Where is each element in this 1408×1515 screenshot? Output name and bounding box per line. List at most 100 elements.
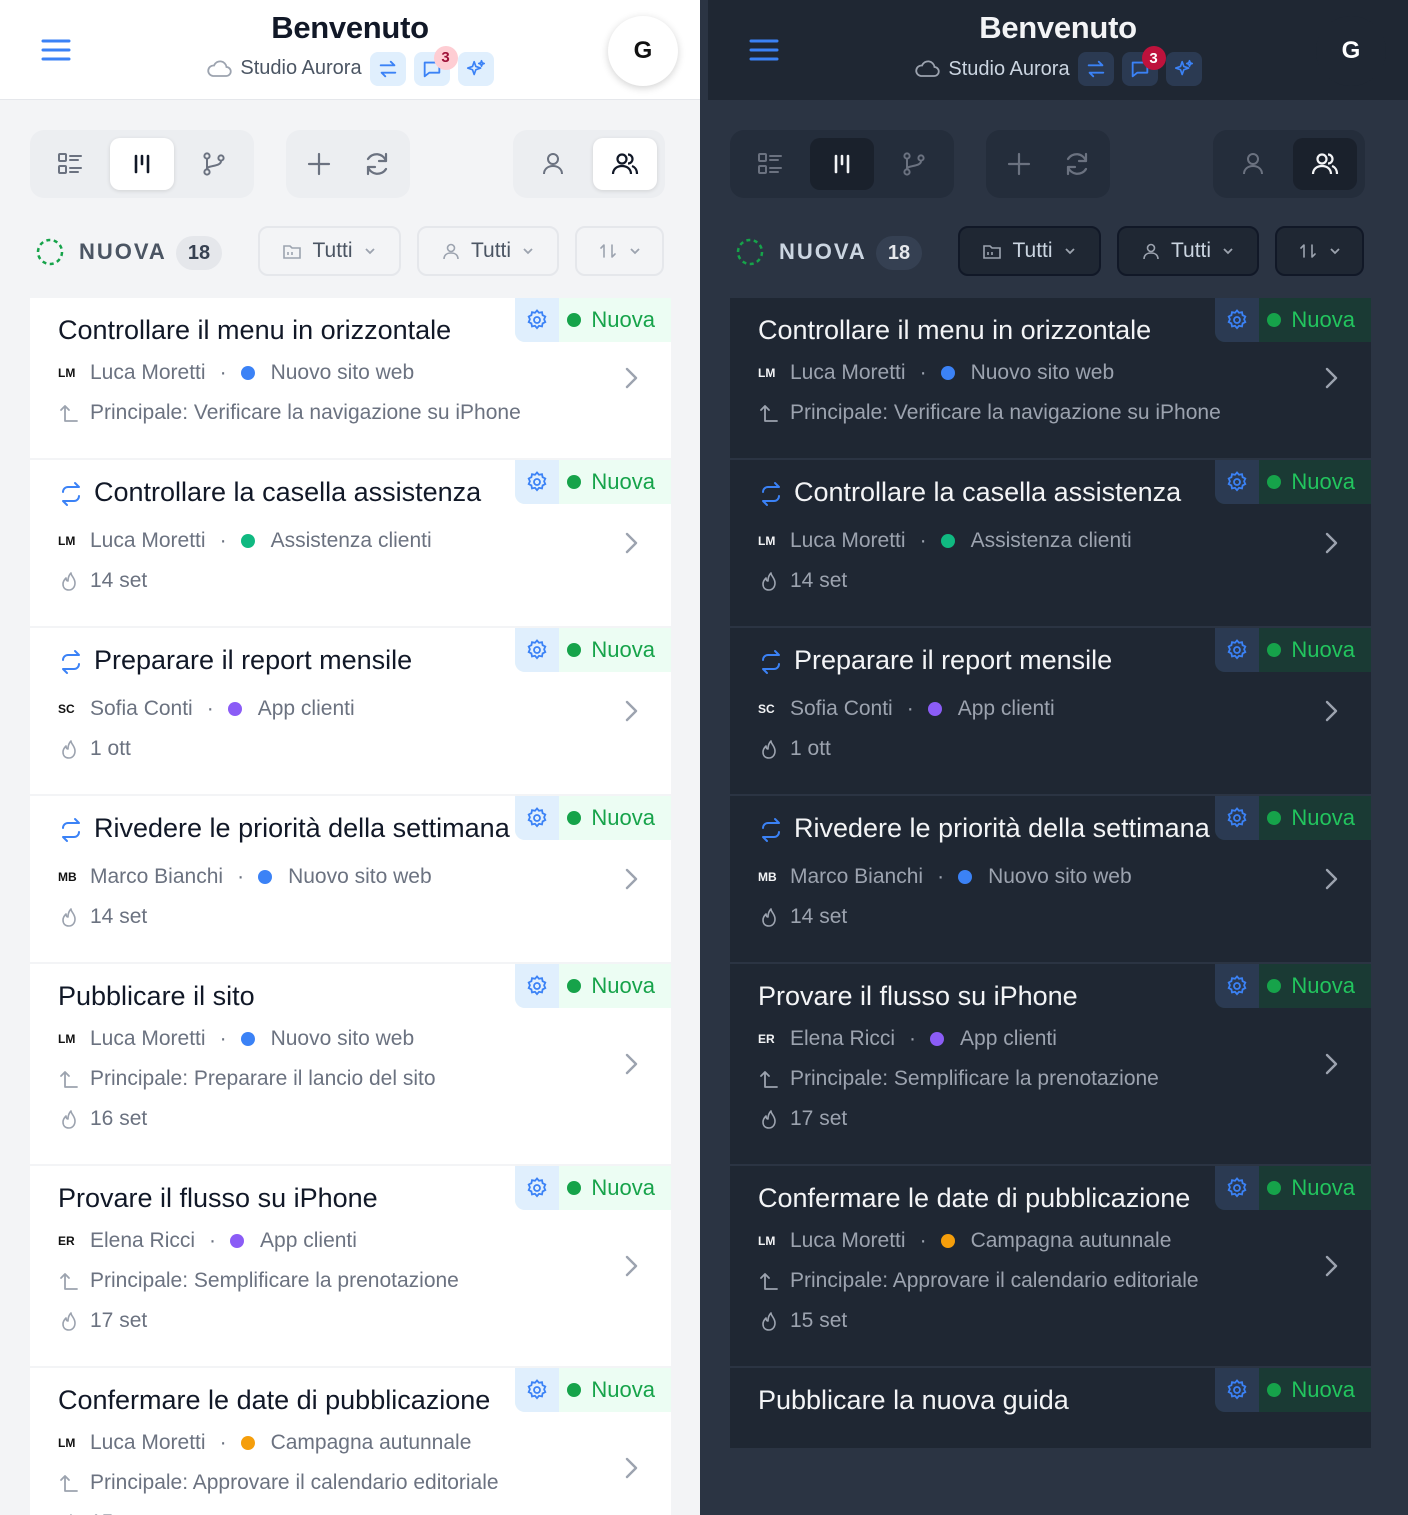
task-title-text: Rivedere le priorità della settimana — [94, 813, 510, 843]
chevron-right-icon[interactable] — [623, 1454, 641, 1482]
assignee-initials: LM — [58, 366, 76, 380]
gear-icon[interactable] — [1215, 1368, 1260, 1412]
task-card[interactable]: Pubblicare il sito LM Luca Moretti · Nuovo s… — [30, 964, 671, 1164]
hamburger-menu-icon[interactable] — [40, 36, 72, 64]
chevron-right-icon[interactable] — [1323, 697, 1341, 725]
branch-view-icon[interactable] — [882, 138, 946, 190]
chevron-right-icon[interactable] — [1323, 1252, 1341, 1280]
task-title: Controllare la casella assistenza — [58, 474, 561, 516]
task-card[interactable]: Controllare il menu in orizzontale LM Luca… — [730, 298, 1371, 458]
task-card[interactable]: Provare il flusso su iPhone ER Elena Ricci… — [30, 1166, 671, 1366]
assignee-initials: LM — [58, 534, 76, 548]
refresh-icon[interactable] — [1052, 138, 1102, 190]
task-card[interactable]: Confermare le date di pubblicazione LM Luc… — [30, 1368, 671, 1515]
branch-view-icon[interactable] — [182, 138, 246, 190]
user-avatar[interactable]: G — [608, 16, 678, 86]
task-card[interactable]: Pubblicare la nuova guida Nuova — [730, 1368, 1371, 1448]
kanban-view-icon[interactable] — [810, 138, 874, 190]
sparkles-icon[interactable] — [1165, 52, 1202, 86]
list-view-icon[interactable] — [738, 138, 802, 190]
sparkles-icon[interactable] — [457, 51, 494, 86]
hamburger-menu-icon[interactable] — [748, 36, 780, 64]
gear-icon[interactable] — [515, 796, 560, 840]
status-dot — [1267, 643, 1282, 657]
gear-icon[interactable] — [515, 628, 560, 672]
sort-dropdown[interactable] — [1275, 226, 1364, 276]
assignee-initials: LM — [758, 1234, 776, 1248]
user-avatar[interactable]: G — [1316, 16, 1386, 86]
gear-icon[interactable] — [1215, 1166, 1260, 1210]
project-color-dot — [927, 702, 942, 716]
gear-icon[interactable] — [1215, 796, 1260, 840]
task-card[interactable]: Controllare la casella assistenza LM Luca … — [730, 460, 1371, 626]
add-icon[interactable] — [994, 138, 1044, 190]
sync-icon[interactable] — [369, 51, 406, 86]
action-group — [986, 130, 1110, 198]
status-dot — [567, 1383, 582, 1397]
gear-icon[interactable] — [515, 1368, 560, 1412]
gear-icon[interactable] — [515, 460, 560, 504]
task-card[interactable]: Rivedere le priorità della settimana MB Ma… — [730, 796, 1371, 962]
gear-icon[interactable] — [1215, 964, 1260, 1008]
chat-icon[interactable]: 3 — [413, 45, 458, 86]
refresh-icon[interactable] — [352, 138, 402, 190]
user-filter-dropdown[interactable]: Tutti — [417, 226, 559, 276]
gear-icon[interactable] — [1215, 298, 1260, 342]
task-title-text: Preparare il report mensile — [94, 645, 413, 675]
due-date: 1 ott — [90, 737, 131, 760]
kanban-view-icon[interactable] — [110, 138, 174, 190]
add-icon[interactable] — [294, 138, 344, 190]
project-filter-dropdown[interactable]: Tutti — [958, 226, 1101, 276]
user-icon — [1143, 243, 1159, 260]
task-card[interactable]: Rivedere le priorità della settimana MB Ma… — [30, 796, 671, 962]
task-card[interactable]: Controllare il menu in orizzontale LM Luca… — [30, 298, 671, 458]
gear-icon[interactable] — [515, 298, 560, 342]
gear-icon[interactable] — [1215, 460, 1260, 504]
chevron-right-icon[interactable] — [623, 529, 641, 557]
chevron-right-icon[interactable] — [623, 364, 641, 392]
project-filter-dropdown[interactable]: Tutti — [258, 226, 401, 276]
due-date: 1 ott — [790, 737, 831, 760]
chevron-right-icon[interactable] — [623, 1050, 641, 1078]
chevron-right-icon[interactable] — [1323, 529, 1341, 557]
task-card[interactable]: Preparare il report mensile SC Sofia Conti… — [30, 628, 671, 794]
task-card[interactable]: Confermare le date di pubblicazione LM Luc… — [730, 1166, 1371, 1366]
task-meta: ER Elena Ricci · App clienti — [758, 1024, 1261, 1054]
status-badge: Nuova — [1215, 964, 1371, 1008]
workspace-name[interactable]: Studio Aurora — [240, 57, 361, 80]
filter-bar: NUOVA 18 Tutti Tutti — [0, 226, 700, 278]
chevron-right-icon[interactable] — [1323, 364, 1341, 392]
user-filter-dropdown[interactable]: Tutti — [1117, 226, 1259, 276]
gear-icon[interactable] — [1215, 628, 1260, 672]
chevron-right-icon[interactable] — [623, 865, 641, 893]
chat-icon[interactable]: 3 — [1121, 46, 1166, 86]
status-dot — [1267, 1181, 1282, 1195]
chevron-right-icon[interactable] — [1323, 865, 1341, 893]
chevron-right-icon[interactable] — [1323, 1050, 1341, 1078]
task-card[interactable]: Provare il flusso su iPhone ER Elena Ricci… — [730, 964, 1371, 1164]
project-color-dot — [258, 870, 273, 884]
task-meta: SC Sofia Conti · App clienti — [58, 694, 561, 724]
team-users-icon[interactable] — [1293, 138, 1357, 190]
team-users-icon[interactable] — [593, 138, 657, 190]
chevron-right-icon[interactable] — [623, 697, 641, 725]
task-card[interactable]: Preparare il report mensile SC Sofia Conti… — [730, 628, 1371, 794]
task-title-text: Pubblicare la nuova guida — [758, 1385, 1069, 1415]
recurring-icon — [58, 816, 84, 852]
list-view-icon[interactable] — [38, 138, 102, 190]
single-user-icon[interactable] — [521, 138, 585, 190]
due-date: 14 set — [90, 905, 148, 928]
sort-dropdown[interactable] — [575, 226, 664, 276]
due-date-line: 17 set — [758, 1104, 1261, 1134]
project-color-dot — [940, 1234, 955, 1248]
status-text: Nuova — [591, 1377, 655, 1402]
status-dot — [567, 643, 582, 657]
sync-icon[interactable] — [1077, 52, 1114, 86]
gear-icon[interactable] — [515, 964, 560, 1008]
single-user-icon[interactable] — [1221, 138, 1285, 190]
task-card[interactable]: Controllare la casella assistenza LM Luca … — [30, 460, 671, 626]
task-title-text: Preparare il report mensile — [794, 645, 1113, 675]
chevron-right-icon[interactable] — [623, 1252, 641, 1280]
gear-icon[interactable] — [515, 1166, 560, 1210]
workspace-name[interactable]: Studio Aurora — [948, 58, 1069, 81]
